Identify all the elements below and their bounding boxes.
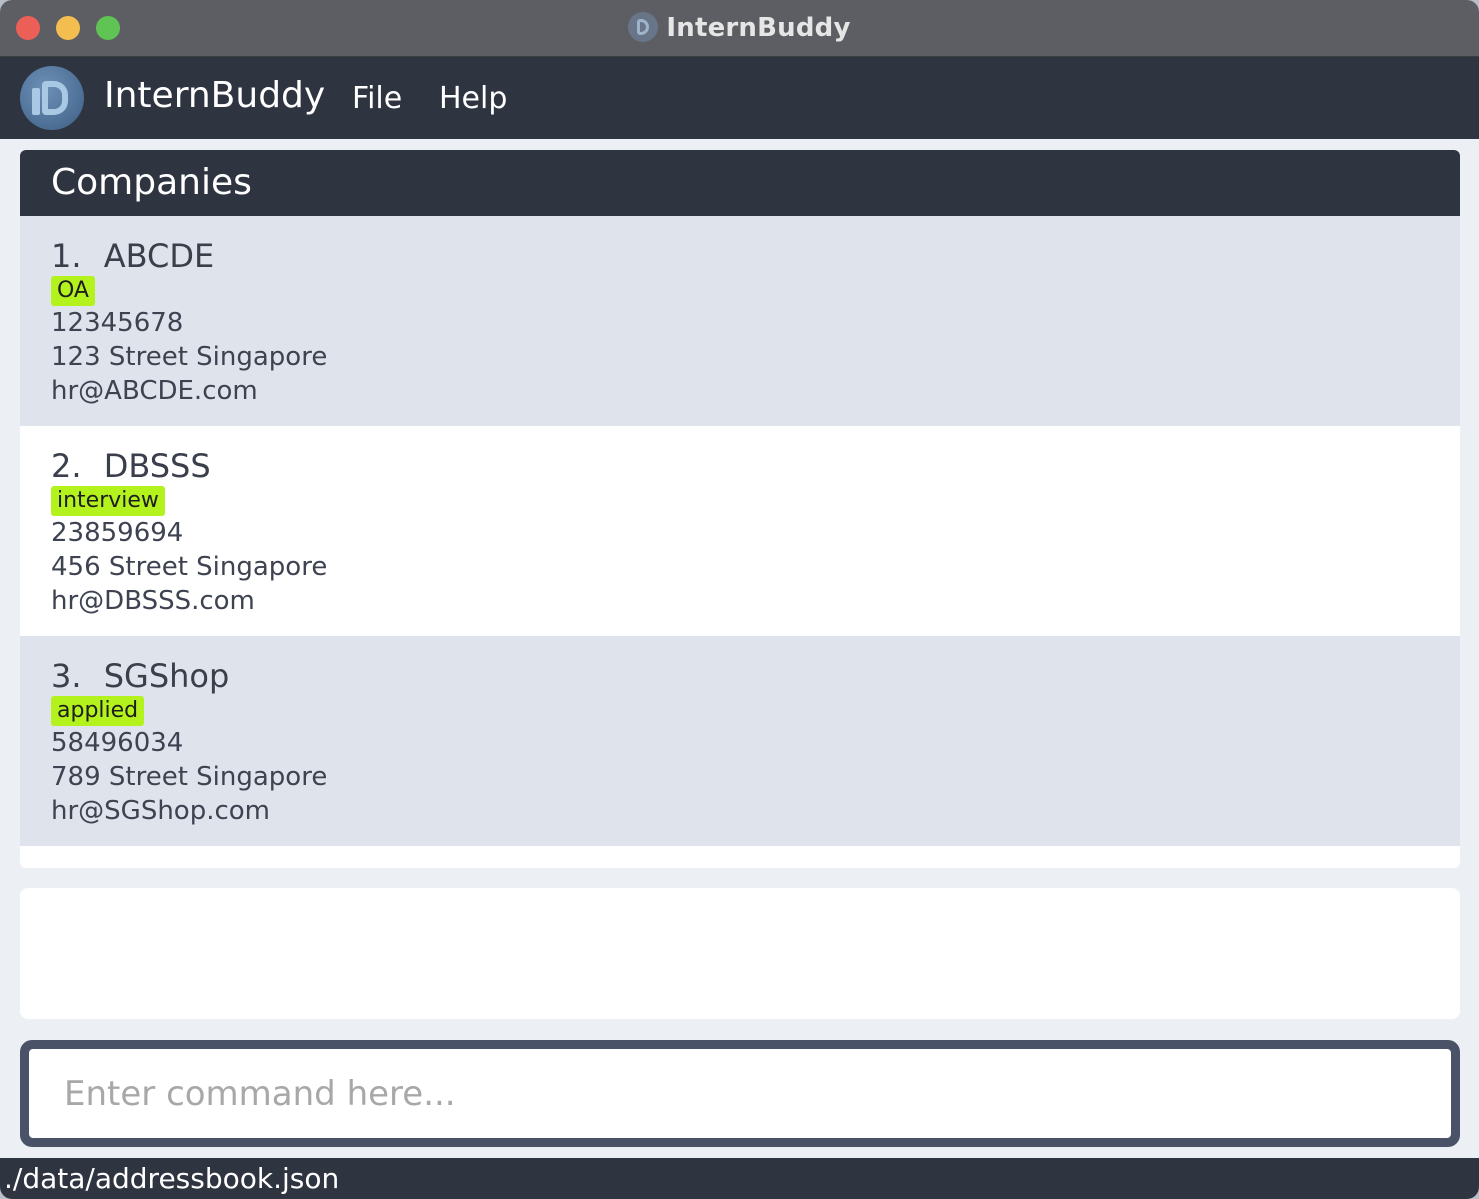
company-email: hr@SGShop.com xyxy=(51,796,271,826)
company-address: 456 Street Singapore xyxy=(51,552,328,582)
company-phone: 12345678 xyxy=(51,308,184,338)
company-phone: 23859694 xyxy=(51,518,184,548)
company-address: 123 Street Singapore xyxy=(51,342,328,372)
menu-bar: InternBuddy File Help xyxy=(0,57,1479,139)
menu-file[interactable]: File xyxy=(352,81,402,116)
app-name: InternBuddy xyxy=(104,75,326,116)
company-address: 789 Street Singapore xyxy=(51,762,328,792)
company-tag: OA xyxy=(51,276,95,306)
company-tag: interview xyxy=(51,486,165,516)
company-card[interactable]: 2. DBSSS interview 23859694 456 Street S… xyxy=(20,426,1460,636)
company-tag: applied xyxy=(51,696,145,726)
app-window: InternBuddy InternBuddy File Help Compan… xyxy=(0,0,1479,1199)
title-bar[interactable]: InternBuddy xyxy=(0,0,1479,57)
menu-help[interactable]: Help xyxy=(439,81,507,116)
company-name: SGShop xyxy=(103,657,230,695)
company-phone: 58496034 xyxy=(51,728,184,758)
company-name: ABCDE xyxy=(103,237,215,275)
company-title: 2. DBSSS xyxy=(51,448,1460,484)
company-index: 2. xyxy=(51,447,82,485)
company-title: 3. SGShop xyxy=(51,658,1460,694)
company-email: hr@DBSSS.com xyxy=(51,586,255,616)
command-box xyxy=(20,1040,1460,1147)
company-card[interactable]: 1. ABCDE OA 12345678 123 Street Singapor… xyxy=(20,216,1460,426)
window-title-text: InternBuddy xyxy=(666,13,851,43)
company-name: DBSSS xyxy=(103,447,211,485)
company-list-header: Companies xyxy=(20,150,1460,216)
company-index: 3. xyxy=(51,657,82,695)
status-bar: ./data/addressbook.json xyxy=(0,1158,1479,1199)
window-title: InternBuddy xyxy=(0,12,1479,43)
company-index: 1. xyxy=(51,237,82,275)
app-logo-icon xyxy=(20,66,84,130)
result-display xyxy=(20,888,1460,1019)
company-email: hr@ABCDE.com xyxy=(51,376,258,406)
app-icon xyxy=(628,12,659,42)
company-list-panel[interactable]: Companies 1. ABCDE OA 12345678 123 Stree… xyxy=(20,150,1460,868)
company-title: 1. ABCDE xyxy=(51,238,1460,274)
command-input[interactable] xyxy=(29,1049,1451,1138)
company-card[interactable]: 3. SGShop applied 58496034 789 Street Si… xyxy=(20,636,1460,846)
save-file-path: ./data/addressbook.json xyxy=(4,1162,340,1195)
